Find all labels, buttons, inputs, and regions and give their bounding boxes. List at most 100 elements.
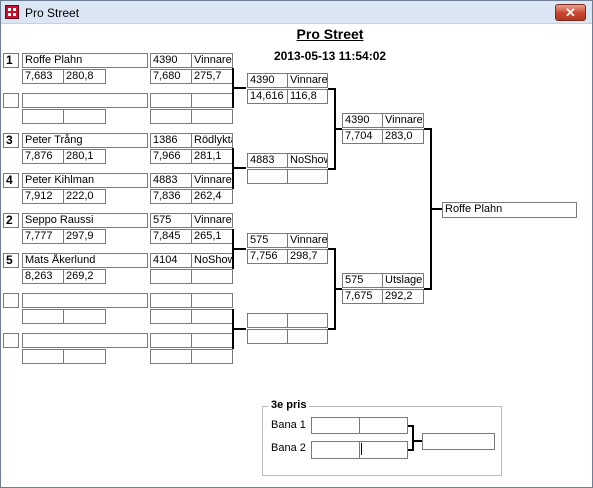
driver-name-field[interactable]: Roffe Plahn	[22, 53, 148, 68]
connector	[430, 208, 442, 210]
reaction-field[interactable]: 7,777	[22, 229, 64, 244]
lane1-id-field[interactable]	[311, 417, 361, 434]
speed-field[interactable]: 297,9	[63, 229, 106, 244]
third-place-winner[interactable]	[422, 433, 495, 450]
car-id-field[interactable]: 4390	[342, 113, 383, 128]
et-field[interactable]: 7,966	[150, 149, 192, 164]
timestamp: 2013-05-13 11:54:02	[273, 49, 387, 63]
et-field[interactable]	[150, 109, 192, 124]
et-field[interactable]	[150, 309, 192, 324]
et-field[interactable]	[150, 269, 192, 284]
mph-field[interactable]: 281,1	[191, 149, 233, 164]
entry-seed: 5	[3, 253, 19, 268]
result-field[interactable]: Rödlykta	[191, 133, 233, 148]
et-field[interactable]: 7,675	[342, 289, 383, 304]
et-field[interactable]: 7,845	[150, 229, 192, 244]
close-button[interactable]: ✕	[555, 4, 586, 21]
mph-field[interactable]	[191, 269, 233, 284]
car-id-field[interactable]: 575	[150, 213, 192, 228]
mph-field[interactable]	[287, 169, 328, 184]
car-id-field[interactable]	[247, 313, 288, 328]
speed-field[interactable]: 280,8	[63, 69, 106, 84]
reaction-field[interactable]	[22, 349, 64, 364]
driver-name-field[interactable]: Peter Kihlman	[22, 173, 148, 188]
et-field[interactable]: 7,836	[150, 189, 192, 204]
car-id-field[interactable]: 4883	[247, 153, 288, 168]
et-field[interactable]: 7,756	[247, 249, 288, 264]
driver-name-field[interactable]: Mats Åkerlund	[22, 253, 148, 268]
result-field[interactable]	[287, 313, 328, 328]
car-id-field[interactable]: 575	[247, 233, 288, 248]
connector	[334, 288, 342, 290]
car-id-field[interactable]: 1386	[150, 133, 192, 148]
driver-name-field[interactable]	[22, 293, 148, 308]
et-field[interactable]: 7,704	[342, 129, 383, 144]
result-field[interactable]: Vinnare	[191, 213, 233, 228]
reaction-field[interactable]	[22, 109, 64, 124]
lane2-id-field[interactable]	[311, 441, 361, 459]
entry-seed	[3, 293, 19, 308]
page-title: Pro Street	[296, 26, 364, 42]
driver-name-field[interactable]: Peter Trång	[22, 133, 148, 148]
app-icon	[5, 5, 19, 19]
result-field[interactable]	[191, 333, 233, 348]
car-id-field[interactable]: 4104	[150, 253, 192, 268]
reaction-field[interactable]	[22, 309, 64, 324]
result-field[interactable]: NoShow	[287, 153, 328, 168]
mph-field[interactable]	[191, 309, 233, 324]
mph-field[interactable]	[287, 329, 328, 344]
driver-name-field[interactable]	[22, 93, 148, 108]
mph-field[interactable]: 262,4	[191, 189, 233, 204]
result-field[interactable]: NoShow	[191, 253, 233, 268]
speed-field[interactable]: 222,0	[63, 189, 106, 204]
mph-field[interactable]: 275,7	[191, 69, 233, 84]
mph-field[interactable]: 265,1	[191, 229, 233, 244]
entry-seed: 2	[3, 213, 19, 228]
et-field[interactable]: 7,680	[150, 69, 192, 84]
mph-field[interactable]	[191, 349, 233, 364]
reaction-field[interactable]: 7,912	[22, 189, 64, 204]
result-field[interactable]: Utslagen	[382, 273, 424, 288]
mph-field[interactable]: 292,2	[382, 289, 424, 304]
result-field[interactable]: Vinnare	[287, 73, 328, 88]
reaction-field[interactable]: 8,263	[22, 269, 64, 284]
driver-name-field[interactable]: Seppo Raussi	[22, 213, 148, 228]
car-id-field[interactable]: 4883	[150, 173, 192, 188]
result-field[interactable]	[191, 93, 233, 108]
mph-field[interactable]: 298,7	[287, 249, 328, 264]
car-id-field[interactable]: 4390	[247, 73, 288, 88]
et-field[interactable]	[247, 329, 288, 344]
car-id-field[interactable]	[150, 333, 192, 348]
speed-field[interactable]: 269,2	[63, 269, 106, 284]
et-field[interactable]	[247, 169, 288, 184]
result-field[interactable]: Vinnare	[191, 53, 233, 68]
reaction-field[interactable]: 7,876	[22, 149, 64, 164]
speed-field[interactable]	[63, 309, 106, 324]
mph-field[interactable]	[191, 109, 233, 124]
mph-field[interactable]: 116,8	[287, 89, 328, 104]
car-id-field[interactable]	[150, 293, 192, 308]
speed-field[interactable]	[63, 109, 106, 124]
speed-field[interactable]	[63, 349, 106, 364]
car-id-field[interactable]: 4390	[150, 53, 192, 68]
et-field[interactable]	[150, 349, 192, 364]
result-field[interactable]: Vinnare	[287, 233, 328, 248]
result-field[interactable]: Vinnare	[191, 173, 233, 188]
connector	[232, 248, 246, 250]
speed-field[interactable]: 280,1	[63, 149, 106, 164]
et-field[interactable]: 14,616	[247, 89, 288, 104]
lane1-label: Bana 1	[271, 419, 306, 431]
lane1-result-field[interactable]	[359, 417, 408, 434]
connector	[334, 128, 342, 130]
mph-field[interactable]: 283,0	[382, 129, 424, 144]
driver-name-field[interactable]	[22, 333, 148, 348]
reaction-field[interactable]: 7,683	[22, 69, 64, 84]
connector	[412, 440, 422, 442]
result-field[interactable]	[191, 293, 233, 308]
lane2-result-field[interactable]	[359, 441, 408, 459]
third-place-title: 3e pris	[268, 399, 310, 411]
final-winner[interactable]: Roffe Plahn	[442, 202, 577, 218]
result-field[interactable]: Vinnare	[382, 113, 424, 128]
car-id-field[interactable]	[150, 93, 192, 108]
car-id-field[interactable]: 575	[342, 273, 383, 288]
